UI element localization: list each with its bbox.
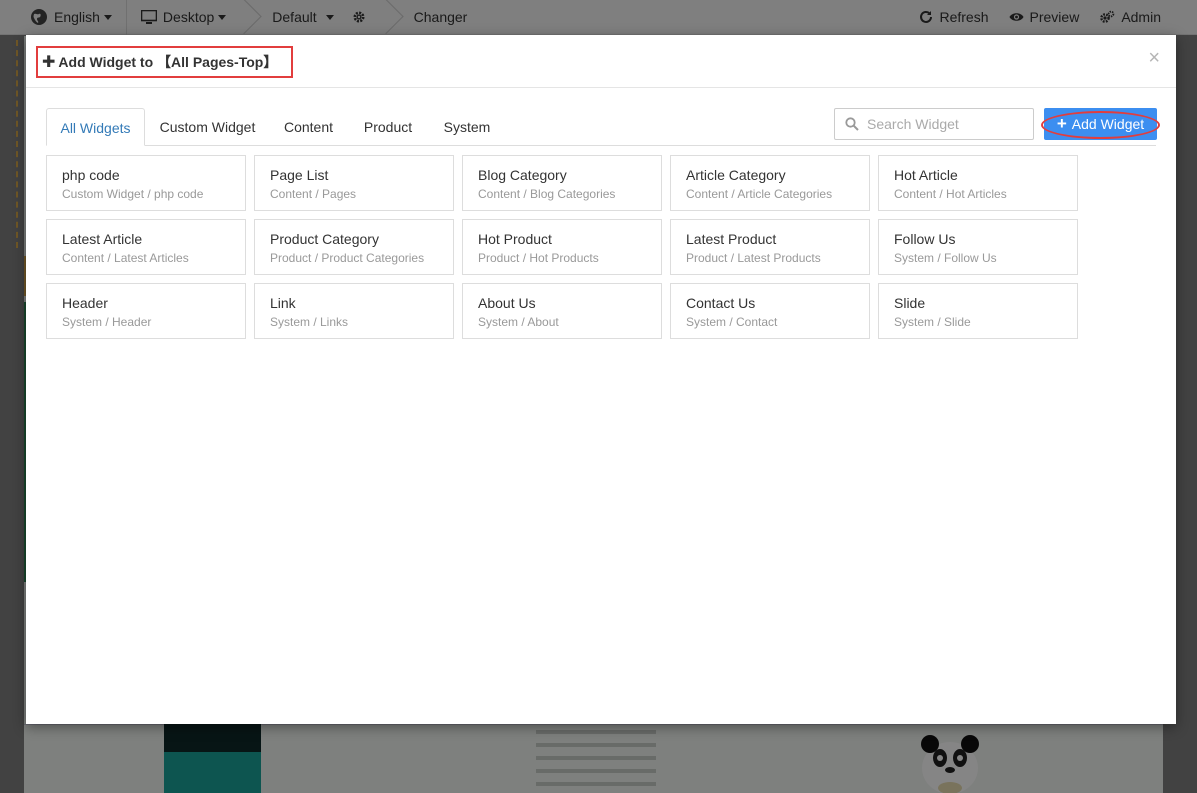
- widget-title: Blog Category: [478, 167, 567, 183]
- search-icon: [845, 117, 859, 131]
- tab-all-widgets[interactable]: All Widgets: [46, 108, 145, 146]
- widget-card[interactable]: Header System / Header: [46, 283, 246, 339]
- widget-title: php code: [62, 167, 120, 183]
- widget-card[interactable]: Product Category Product / Product Catego…: [254, 219, 454, 275]
- add-widget-label: Add Widget: [1071, 116, 1145, 132]
- widget-path: System / Contact: [686, 315, 778, 329]
- widget-path: Custom Widget / php code: [62, 187, 204, 201]
- widget-card[interactable]: Latest Product Product / Latest Products: [670, 219, 870, 275]
- widget-card[interactable]: Hot Article Content / Hot Articles: [878, 155, 1078, 211]
- tab-system[interactable]: System: [434, 108, 500, 146]
- widget-path: Product / Latest Products: [686, 251, 821, 265]
- widget-path: Content / Article Categories: [686, 187, 833, 201]
- modal-title: ✚ Add Widget to 【All Pages-Top】: [36, 46, 294, 78]
- widget-path: System / About: [478, 315, 559, 329]
- widget-card[interactable]: Article Category Content / Article Catego…: [670, 155, 870, 211]
- widget-title: Product Category: [270, 231, 379, 247]
- add-widget-button[interactable]: + Add Widget: [1041, 108, 1160, 140]
- tab-product[interactable]: Product: [354, 108, 422, 146]
- widget-path: Content / Blog Categories: [478, 187, 616, 201]
- add-widget-modal: ✚ Add Widget to 【All Pages-Top】 × All Wi…: [26, 35, 1176, 724]
- search-widget-input[interactable]: [867, 116, 1027, 132]
- widget-path: System / Slide: [894, 315, 971, 329]
- tab-content[interactable]: Content: [276, 108, 341, 146]
- widget-title: Slide: [894, 295, 926, 311]
- widget-title: Header: [62, 295, 108, 311]
- widget-title: About Us: [478, 295, 536, 311]
- widget-title: Contact Us: [686, 295, 756, 311]
- widget-path: Product / Hot Products: [478, 251, 599, 265]
- tab-custom-widget[interactable]: Custom Widget: [150, 108, 265, 146]
- plus-icon: +: [1056, 114, 1067, 133]
- widget-card[interactable]: Page List Content / Pages: [254, 155, 454, 211]
- widget-title: Latest Product: [686, 231, 777, 247]
- widget-title: Link: [270, 295, 296, 311]
- modal-header: ✚ Add Widget to 【All Pages-Top】 ×: [26, 35, 1176, 88]
- widget-path: System / Follow Us: [894, 251, 997, 265]
- widget-card[interactable]: php code Custom Widget / php code: [46, 155, 246, 211]
- modal-title-text: Add Widget to 【All Pages-Top】: [58, 54, 278, 70]
- widget-card[interactable]: Slide System / Slide: [878, 283, 1078, 339]
- plus-icon: ✚: [42, 54, 56, 71]
- widget-card[interactable]: Link System / Links: [254, 283, 454, 339]
- widget-path: Content / Latest Articles: [62, 251, 189, 265]
- widget-path: Content / Hot Articles: [894, 187, 1007, 201]
- search-widget-box[interactable]: [834, 108, 1034, 140]
- widget-path: System / Header: [62, 315, 152, 329]
- widget-path: Content / Pages: [270, 187, 357, 201]
- widget-card[interactable]: Blog Category Content / Blog Categories: [462, 155, 662, 211]
- close-icon[interactable]: ×: [1148, 48, 1160, 68]
- widget-title: Page List: [270, 167, 329, 183]
- widget-card[interactable]: Follow Us System / Follow Us: [878, 219, 1078, 275]
- widget-title: Hot Product: [478, 231, 552, 247]
- widget-title: Latest Article: [62, 231, 143, 247]
- widget-path: Product / Product Categories: [270, 251, 425, 265]
- widget-card[interactable]: Latest Article Content / Latest Articles: [46, 219, 246, 275]
- widget-title: Follow Us: [894, 231, 956, 247]
- widget-card[interactable]: About Us System / About: [462, 283, 662, 339]
- widget-path: System / Links: [270, 315, 349, 329]
- widget-title: Hot Article: [894, 167, 958, 183]
- widget-title: Article Category: [686, 167, 786, 183]
- widget-card[interactable]: Contact Us System / Contact: [670, 283, 870, 339]
- widget-card[interactable]: Hot Product Product / Hot Products: [462, 219, 662, 275]
